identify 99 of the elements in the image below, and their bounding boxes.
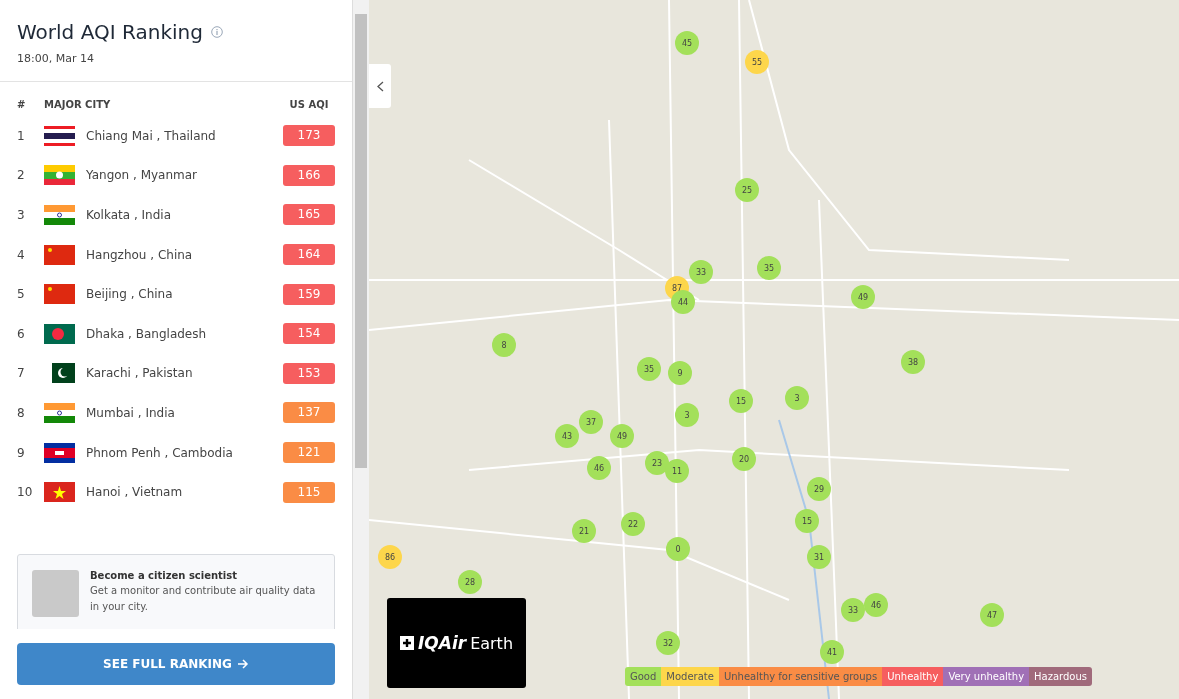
- aqi-marker[interactable]: 46: [587, 456, 611, 480]
- aqi-badge: 115: [283, 481, 335, 503]
- aqi-badge: 173: [283, 125, 335, 147]
- aqi-badge: 137: [283, 402, 335, 424]
- aqi-marker[interactable]: 8: [492, 333, 516, 357]
- aqi-badge: 166: [283, 164, 335, 186]
- legend-item: Good: [625, 667, 662, 686]
- city-link[interactable]: Karachi , Pakistan: [86, 366, 283, 381]
- legend-item: Hazardous: [1029, 667, 1093, 686]
- flag-icon: [44, 442, 75, 463]
- rank-number: 3: [17, 208, 26, 222]
- aqi-marker[interactable]: 20: [732, 447, 756, 471]
- promo-title: Become a citizen scientist: [90, 569, 239, 581]
- column-header: #: [17, 98, 27, 110]
- plus-icon: [399, 636, 414, 650]
- aqi-badge: 121: [283, 442, 335, 464]
- aqi-marker[interactable]: 3: [785, 386, 809, 410]
- aqi-marker[interactable]: 38: [901, 350, 925, 374]
- aqi-marker[interactable]: 29: [807, 477, 831, 501]
- scrollbar[interactable]: [353, 0, 369, 699]
- aqi-marker[interactable]: 3: [675, 403, 699, 427]
- aqi-marker[interactable]: 43: [555, 424, 579, 448]
- legend-item: Very unhealthy: [943, 667, 1030, 686]
- aqi-marker[interactable]: 11: [665, 459, 689, 483]
- city-link[interactable]: Mumbai , India: [86, 405, 283, 420]
- promo-card[interactable]: Become a citizen scientist Get a monitor and contribute air quality data in your city.: [17, 553, 335, 629]
- rank-number: 4: [17, 247, 26, 262]
- city-link[interactable]: Yangon , Myanmar: [86, 168, 283, 183]
- rank-number: 9: [17, 445, 26, 460]
- aqi-marker[interactable]: 86: [378, 545, 402, 569]
- promo-text: Get a monitor and contribute air quality data in your city.: [90, 583, 317, 614]
- flag-icon: [44, 402, 75, 423]
- aqi-marker[interactable]: 25: [735, 178, 759, 202]
- aqi-marker[interactable]: 49: [610, 424, 634, 448]
- aqi-marker[interactable]: 47: [980, 603, 1004, 627]
- page-title: World AQI Ranking: [17, 20, 203, 44]
- rank-number: 5: [17, 287, 26, 302]
- chevron-left-icon: [376, 80, 384, 92]
- legend-item: Unhealthy for sensitive groups: [718, 667, 883, 686]
- aqi-marker[interactable]: 41: [820, 640, 844, 664]
- rank-number: 1: [17, 128, 26, 143]
- city-link[interactable]: Dhaka , Bangladesh: [86, 326, 283, 341]
- update-time: 18:00, Mar 14: [17, 52, 95, 65]
- rank-number: 2: [17, 168, 26, 183]
- flag-icon: [44, 205, 75, 225]
- aqi-marker[interactable]: 31: [807, 545, 831, 569]
- see-full-ranking-button[interactable]: SEE FULL RANKING: [17, 643, 335, 685]
- column-header: MAJOR CITY: [44, 98, 112, 110]
- aqi-marker[interactable]: 23: [645, 451, 669, 475]
- aqi-badge: 153: [283, 362, 335, 384]
- logo-brand: IQAir: [417, 633, 467, 653]
- aqi-marker[interactable]: 21: [572, 519, 596, 543]
- legend-item: Moderate: [661, 667, 719, 686]
- city-link[interactable]: Phnom Penh , Cambodia: [86, 445, 283, 460]
- aqi-marker[interactable]: 37: [579, 410, 603, 434]
- aqi-marker[interactable]: 22: [621, 512, 645, 536]
- aqi-marker[interactable]: 33: [689, 260, 713, 284]
- logo-product: Earth: [470, 633, 514, 653]
- aqi-badge: 165: [283, 204, 335, 226]
- aqi-marker[interactable]: 32: [656, 631, 680, 655]
- column-header: US AQI: [288, 98, 330, 110]
- legend-item: Unhealthy: [882, 667, 944, 686]
- aqi-marker[interactable]: 35: [637, 357, 661, 381]
- flag-icon: [44, 165, 75, 186]
- aqi-badge: 154: [283, 323, 335, 345]
- aqi-marker[interactable]: 46: [864, 593, 888, 617]
- map-background[interactable]: 45 55 25 33 35 87 44 49 8 38 35 9 15 3 3 37 43 49 46 23 20 11 29 22 15 21 0 86 31 28 33 46 47 IQAir Earth 32 41 Good Moderate Unhealthy for sensitive groups Unhealthy Very unhealthy Hazardous: [369, 0, 1179, 699]
- aqi-marker[interactable]: 33: [841, 598, 865, 622]
- info-icon[interactable]: [210, 26, 223, 38]
- aqi-marker[interactable]: 55: [745, 50, 769, 74]
- photo-placeholder: [32, 569, 79, 617]
- flag-icon: [44, 482, 75, 503]
- flag-icon: [44, 284, 75, 305]
- city-link[interactable]: Hangzhou , China: [86, 247, 283, 262]
- city-link[interactable]: Kolkata , India: [86, 208, 283, 222]
- aqi-badge: 159: [283, 283, 335, 305]
- aqi-marker[interactable]: 35: [757, 256, 781, 280]
- aqi-badge: 164: [283, 244, 335, 266]
- city-link[interactable]: Chiang Mai , Thailand: [86, 128, 283, 143]
- rank-number: 6: [17, 326, 26, 341]
- iqair-earth-logo[interactable]: IQAir Earth: [387, 598, 526, 688]
- aqi-marker[interactable]: 45: [675, 31, 699, 55]
- city-link[interactable]: Beijing , China: [86, 287, 283, 302]
- aqi-marker[interactable]: 44: [671, 290, 695, 314]
- collapse-panel-button[interactable]: [369, 64, 391, 108]
- rank-number: 10: [17, 485, 34, 500]
- aqi-marker[interactable]: 9: [668, 361, 692, 385]
- aqi-marker[interactable]: 15: [795, 509, 819, 533]
- aqi-marker[interactable]: 49: [851, 285, 875, 309]
- flag-icon: [44, 323, 75, 344]
- flag-icon: [44, 244, 75, 265]
- arrow-right-icon: [237, 659, 249, 669]
- aqi-marker[interactable]: 28: [458, 570, 482, 594]
- flag-icon: [44, 125, 75, 146]
- aqi-marker[interactable]: 15: [729, 389, 753, 413]
- aqi-marker[interactable]: 0: [666, 537, 690, 561]
- city-link[interactable]: Hanoi , Vietnam: [86, 485, 283, 500]
- rank-number: 7: [17, 366, 26, 381]
- rank-number: 8: [17, 405, 26, 420]
